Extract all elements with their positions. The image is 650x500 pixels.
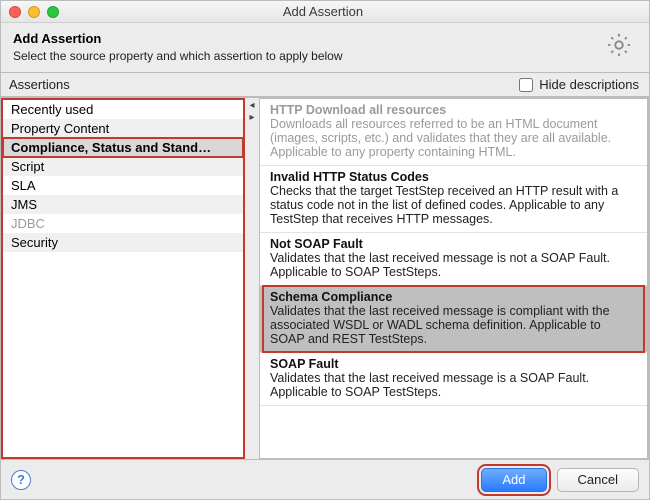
minimize-window-icon[interactable] xyxy=(28,6,40,18)
assertion-name: Not SOAP Fault xyxy=(270,237,637,251)
category-pane: Recently usedProperty ContentCompliance,… xyxy=(1,98,245,459)
assertion-name: HTTP Download all resources xyxy=(270,103,637,117)
assertion-description: Validates that the last received message… xyxy=(270,304,610,346)
category-item[interactable]: JMS xyxy=(3,195,243,214)
assertion-description: Validates that the last received message… xyxy=(270,251,610,279)
assertion-name: Invalid HTTP Status Codes xyxy=(270,170,637,184)
splitter-handle[interactable]: ◂ ▸ xyxy=(245,98,259,459)
close-window-icon[interactable] xyxy=(9,6,21,18)
assertion-description: Downloads all resources referred to be a… xyxy=(270,117,611,159)
gear-icon[interactable] xyxy=(605,31,633,64)
category-item[interactable]: Recently used xyxy=(3,100,243,119)
assertion-name: Schema Compliance xyxy=(270,290,637,304)
assertion-item[interactable]: Not SOAP FaultValidates that the last re… xyxy=(260,233,647,286)
assertions-section-label: Assertions xyxy=(3,77,70,92)
zoom-window-icon[interactable] xyxy=(47,6,59,18)
assertion-name: SOAP Fault xyxy=(270,357,637,371)
header: Add Assertion Select the source property… xyxy=(1,23,649,73)
category-item[interactable]: SLA xyxy=(3,176,243,195)
chevron-left-icon: ◂ xyxy=(249,100,254,111)
category-item[interactable]: Security xyxy=(3,233,243,252)
window-title: Add Assertion xyxy=(59,4,587,19)
detail-pane: HTTP Download all resourcesDownloads all… xyxy=(259,98,649,459)
category-item[interactable]: Script xyxy=(3,157,243,176)
hide-descriptions-label: Hide descriptions xyxy=(539,77,639,92)
hide-descriptions-checkbox[interactable] xyxy=(519,78,533,92)
assertion-description: Validates that the last received message… xyxy=(270,371,589,399)
assertions-toolbar: Assertions Hide descriptions xyxy=(1,73,649,97)
footer: ? Add Cancel xyxy=(1,459,649,499)
category-item[interactable]: Compliance, Status and Stand… xyxy=(3,138,243,157)
window-controls xyxy=(9,6,59,18)
category-item[interactable]: Property Content xyxy=(3,119,243,138)
hide-descriptions-toggle[interactable]: Hide descriptions xyxy=(519,77,639,92)
chevron-right-icon: ▸ xyxy=(249,112,254,123)
assertion-item: HTTP Download all resourcesDownloads all… xyxy=(260,99,647,166)
titlebar: Add Assertion xyxy=(1,1,649,23)
page-title: Add Assertion xyxy=(13,31,343,46)
cancel-button[interactable]: Cancel xyxy=(557,468,639,492)
assertion-item[interactable]: Schema ComplianceValidates that the last… xyxy=(260,286,647,353)
add-button[interactable]: Add xyxy=(481,468,546,492)
assertion-description: Checks that the target TestStep received… xyxy=(270,184,618,226)
category-item: JDBC xyxy=(3,214,243,233)
assertion-item[interactable]: SOAP FaultValidates that the last receiv… xyxy=(260,353,647,406)
help-icon[interactable]: ? xyxy=(11,470,31,490)
assertion-item[interactable]: Invalid HTTP Status CodesChecks that the… xyxy=(260,166,647,233)
page-subtitle: Select the source property and which ass… xyxy=(13,49,343,63)
